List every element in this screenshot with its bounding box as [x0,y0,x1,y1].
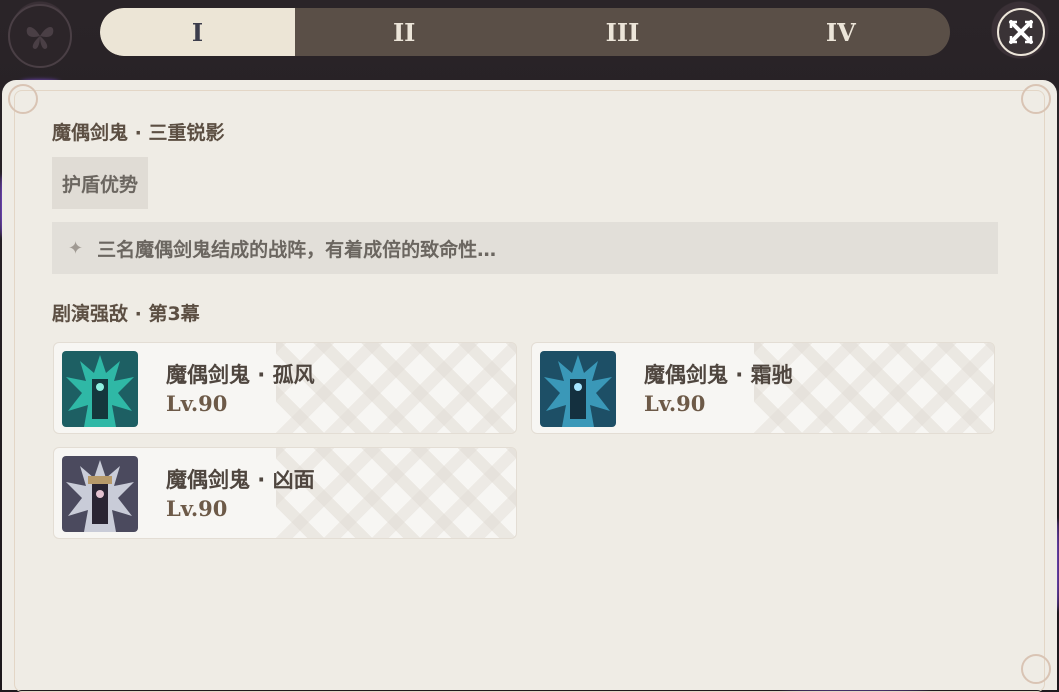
enemy-level: Lv.90 [644,391,706,416]
status-tag-label: 护盾优势 [62,173,139,196]
section-title: 剧演强敌 · 第3幕 [52,303,200,325]
description-bar: ✦ 三名魔偶剑鬼结成的战阵，有着成倍的致命性… [52,222,998,274]
encounter-panel: 魔偶剑鬼 · 三重锐影 护盾优势 ✦ 三名魔偶剑鬼结成的战阵，有着成倍的致命性…… [2,80,1057,692]
enemy-level: Lv.90 [166,391,228,416]
act-tabs: I II III IV [100,8,950,56]
encounter-title: 魔偶剑鬼 · 三重锐影 [52,122,225,144]
enemy-portrait [540,351,616,427]
enemy-portrait [62,351,138,427]
butterfly-icon [8,4,72,68]
close-icon [1009,20,1033,44]
enemy-name: 魔偶剑鬼 · 孤风 [166,363,315,387]
sparkle-icon: ✦ [68,237,84,259]
corner-ornament-tl [8,84,38,114]
enemy-name: 魔偶剑鬼 · 霜驰 [644,363,793,387]
tab-iv[interactable]: IV [732,8,950,56]
enemy-name: 魔偶剑鬼 · 凶面 [166,468,315,492]
close-button[interactable] [997,8,1045,56]
tab-i[interactable]: I [100,8,295,56]
status-tag: 护盾优势 [52,157,149,209]
corner-ornament-br [1021,654,1051,684]
enemy-card[interactable]: 魔偶剑鬼 · 孤风 Lv.90 [53,342,517,434]
enemy-level: Lv.90 [166,496,228,521]
enemy-portrait [62,456,138,532]
corner-ornament-tr [1021,84,1051,114]
enemy-card[interactable]: 魔偶剑鬼 · 霜驰 Lv.90 [531,342,995,434]
tab-iii[interactable]: III [513,8,731,56]
description-text: 三名魔偶剑鬼结成的战阵，有着成倍的致命性… [97,238,497,261]
tab-ii[interactable]: II [295,8,513,56]
enemy-card[interactable]: 魔偶剑鬼 · 凶面 Lv.90 [53,447,517,539]
